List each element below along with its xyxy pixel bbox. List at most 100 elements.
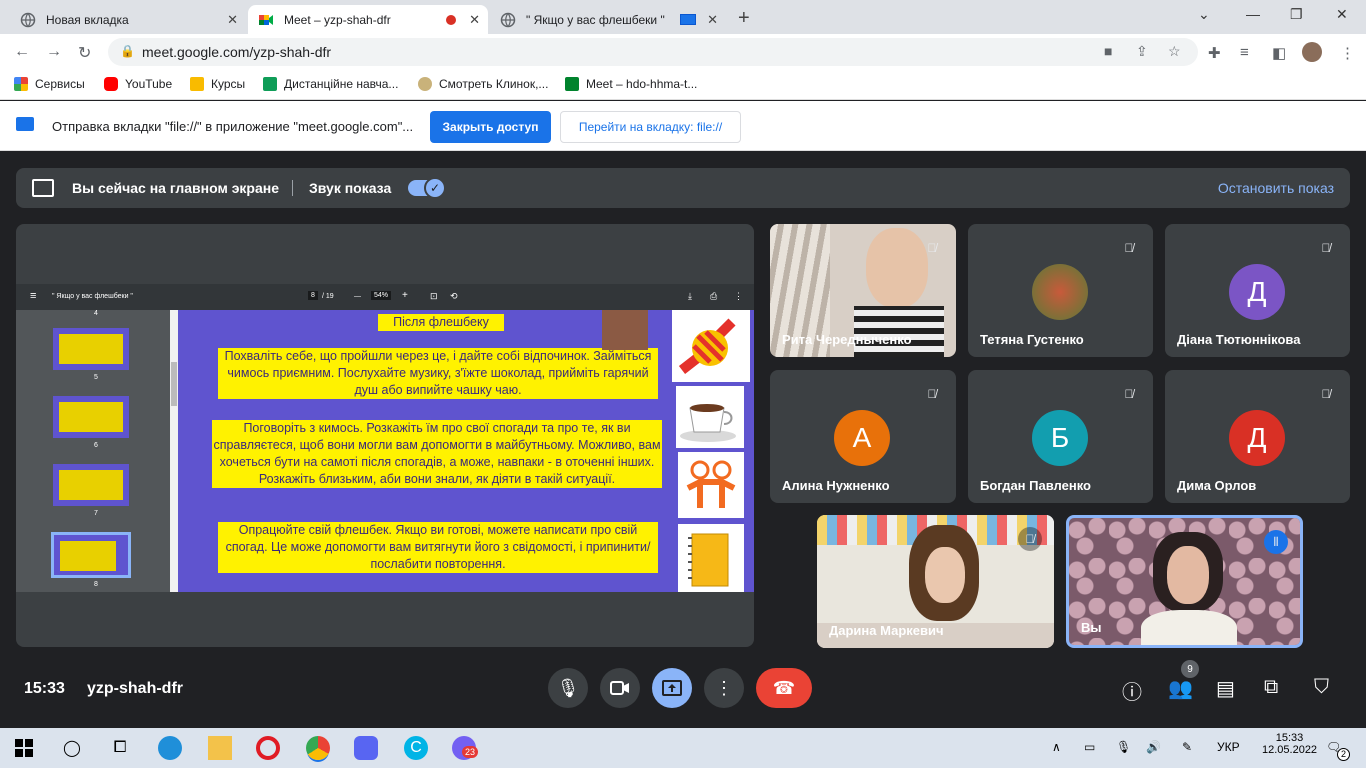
participant-name: Богдан Павленко: [980, 478, 1091, 493]
taskbar-clock[interactable]: 15:33 12.05.2022: [1262, 732, 1317, 756]
rotate-icon[interactable]: ⟲: [450, 291, 458, 302]
tab-pdf[interactable]: " Якщо у вас флешбеки " ✕: [490, 5, 726, 34]
show-hidden-icons-icon[interactable]: ∧: [1052, 740, 1061, 754]
fit-page-icon[interactable]: ⊡: [430, 291, 438, 302]
meeting-code: yzp-shah-dfr: [87, 680, 183, 697]
stop-presenting-button[interactable]: Остановить показ: [1218, 180, 1334, 196]
self-view-tile[interactable]: ⦀ Вы: [1066, 515, 1303, 648]
tab-new-tab[interactable]: Новая вкладка ✕: [10, 5, 246, 34]
profile-avatar[interactable]: [1302, 42, 1322, 62]
participant-tile[interactable]: 🎙̸ Д Діана Тютюннікова: [1165, 224, 1350, 357]
pdf-page-input[interactable]: 8: [308, 291, 318, 300]
camera-in-use-icon[interactable]: ■: [1104, 43, 1112, 59]
menu-kebab-icon[interactable]: ⋮: [1340, 44, 1355, 62]
camera-button[interactable]: [600, 668, 640, 708]
back-icon[interactable]: ←: [14, 43, 30, 61]
new-tab-button[interactable]: +: [738, 7, 750, 30]
file-explorer-icon[interactable]: [208, 736, 232, 760]
switch-to-tab-button[interactable]: Перейти на вкладку: file://: [560, 111, 741, 143]
divider: [292, 180, 293, 196]
thumbnail-scrollbar[interactable]: [170, 310, 178, 592]
media-control-icon[interactable]: ≡: [1240, 44, 1249, 61]
viber-badge: 23: [462, 746, 479, 758]
participant-tile[interactable]: 🎙̸ Дарина Маркевич: [817, 515, 1054, 648]
bookmark-star-icon[interactable]: ☆: [1168, 43, 1181, 60]
participant-tile[interactable]: 🎙̸ Б Богдан Павленко: [968, 370, 1153, 503]
slide-paragraph-1: Похваліть себе, що пройшли через це, і д…: [218, 348, 658, 399]
tab-meet[interactable]: Meet – yzp-shah-dfr ✕: [248, 5, 488, 34]
stop-sharing-button[interactable]: Закрыть доступ: [430, 111, 551, 143]
opera-icon[interactable]: [256, 736, 280, 760]
zoom-in-icon[interactable]: +: [402, 290, 408, 301]
thumb-text-block: [60, 541, 116, 571]
video-clothing: [1141, 610, 1237, 645]
zoom-out-icon[interactable]: —: [354, 293, 361, 300]
thumbnail-page[interactable]: [53, 396, 129, 438]
bookmark-meet[interactable]: Meet – hdo-hhma-t...: [565, 77, 697, 91]
chrome-icon[interactable]: [306, 736, 330, 760]
windows-start-icon[interactable]: [12, 736, 36, 760]
thumbnail-page-selected[interactable]: [51, 532, 131, 578]
task-view-icon[interactable]: ⧠: [108, 736, 132, 760]
more-options-button[interactable]: ⋮: [704, 668, 744, 708]
close-tab-icon[interactable]: ✕: [707, 12, 718, 28]
pdf-menu-icon[interactable]: ≡: [30, 290, 36, 302]
restore-icon[interactable]: ❐: [1290, 6, 1303, 23]
omnibox[interactable]: 🔒 meet.google.com/yzp-shah-dfr ■ ⇪ ☆: [108, 38, 1198, 66]
forward-icon[interactable]: →: [46, 43, 62, 61]
side-panel-icon[interactable]: ◧: [1272, 44, 1286, 62]
thumb-text-block: [59, 334, 123, 364]
tab-title: Новая вкладка: [46, 12, 129, 27]
close-tab-icon[interactable]: ✕: [469, 12, 480, 28]
extensions-icon[interactable]: ✚: [1208, 44, 1221, 62]
bookmark-watch[interactable]: Смотреть Клинок,...: [418, 77, 548, 91]
thumbnail-page[interactable]: [53, 464, 129, 506]
participant-tile[interactable]: 🎙̸ Тетяна Густенко: [968, 224, 1153, 357]
mic-button[interactable]: 🎙: [548, 668, 588, 708]
video-face: [925, 547, 965, 603]
screen-share-icon: [16, 117, 34, 131]
close-window-icon[interactable]: ✕: [1336, 6, 1348, 23]
host-controls-icon[interactable]: ⛉: [1314, 676, 1329, 699]
participant-tile[interactable]: 🎙̸ Д Дима Орлов: [1165, 370, 1350, 503]
youtube-icon: [104, 77, 118, 91]
share-icon[interactable]: ⇪: [1136, 43, 1148, 60]
video-face: [1167, 546, 1209, 604]
edu-app-icon[interactable]: C: [404, 736, 428, 760]
print-icon[interactable]: ⎙: [710, 291, 717, 302]
tab-search-icon[interactable]: ⌄: [1198, 6, 1210, 23]
activities-icon[interactable]: ⧉: [1264, 676, 1278, 699]
chat-icon[interactable]: ▤: [1216, 676, 1235, 701]
thumbnail-page[interactable]: [53, 328, 129, 370]
participant-tile[interactable]: 🎙̸ А Алина Нужненко: [770, 370, 956, 503]
microphone-tray-icon[interactable]: 🎙: [1116, 740, 1131, 754]
bookmark-courses[interactable]: Курсы: [190, 77, 245, 91]
input-language[interactable]: УКР: [1217, 740, 1240, 754]
globe-icon: [20, 12, 36, 27]
bookmark-distance[interactable]: Дистанційне навча...: [263, 77, 398, 91]
leave-call-button[interactable]: ☎: [756, 668, 812, 708]
meet-call: Вы сейчас на главном экране Звук показа …: [0, 152, 1366, 728]
share-audio-toggle[interactable]: ✓: [408, 177, 446, 199]
present-button[interactable]: [652, 668, 692, 708]
volume-icon[interactable]: 🔊: [1146, 740, 1161, 754]
edge-icon[interactable]: [158, 736, 182, 760]
scrollbar-thumb[interactable]: [171, 362, 177, 406]
battery-icon[interactable]: ▭: [1084, 740, 1095, 754]
pen-icon[interactable]: ✎: [1182, 740, 1192, 754]
bookmark-services[interactable]: Сервисы: [14, 77, 85, 91]
reload-icon[interactable]: ↻: [78, 43, 91, 63]
people-icon[interactable]: 👥: [1168, 676, 1193, 701]
minimize-icon[interactable]: —: [1246, 6, 1260, 22]
bookmark-youtube[interactable]: YouTube: [104, 77, 172, 91]
participant-tile[interactable]: 🎙̸ Рита Чередныченко: [770, 224, 956, 357]
close-tab-icon[interactable]: ✕: [227, 12, 238, 28]
globe-icon: [500, 12, 516, 27]
search-icon[interactable]: ◯: [60, 736, 84, 760]
discord-icon[interactable]: [354, 736, 378, 760]
bookmarks-bar: Сервисы YouTube Курсы Дистанційне навча.…: [0, 70, 1366, 100]
pdf-zoom[interactable]: 54%: [371, 291, 392, 300]
download-icon[interactable]: ⤓: [688, 291, 692, 302]
pdf-more-icon[interactable]: ⋮: [734, 291, 743, 302]
meeting-info-icon[interactable]: ⓘ: [1122, 676, 1142, 705]
